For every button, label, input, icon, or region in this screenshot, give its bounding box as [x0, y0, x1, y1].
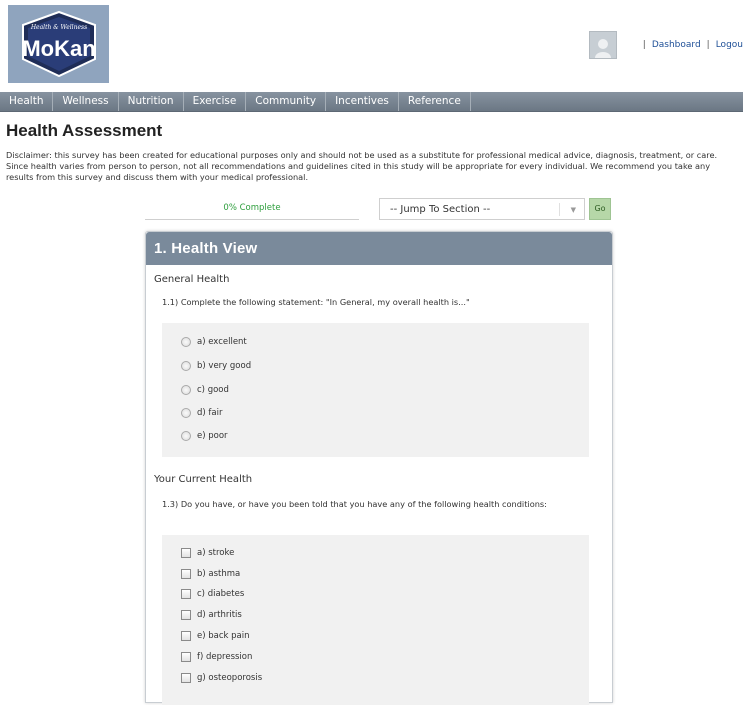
option-label: f) depression [197, 652, 253, 662]
option-label: a) stroke [197, 548, 235, 558]
select-divider [559, 203, 560, 216]
option-back-pain[interactable]: e) back pain [181, 629, 250, 643]
logout-link[interactable]: Logou [716, 40, 743, 50]
dashboard-link[interactable]: Dashboard [652, 40, 701, 50]
disclaimer-text: Disclaimer: this survey has been created… [6, 150, 718, 182]
avatar[interactable] [588, 31, 617, 59]
option-very-good[interactable]: b) very good [181, 359, 251, 373]
radio-button[interactable] [181, 408, 191, 418]
group-heading-general-health: General Health [154, 274, 230, 285]
radio-button[interactable] [181, 361, 191, 371]
option-depression[interactable]: f) depression [181, 650, 252, 664]
user-avatar-icon [594, 39, 611, 58]
link-separator: | [642, 40, 646, 50]
option-label: e) back pain [197, 631, 250, 641]
logo-tagline: Health & Wellness [29, 24, 86, 31]
option-fair[interactable]: d) fair [181, 406, 222, 420]
chevron-down-icon: ▼ [570, 206, 576, 214]
question-1-3: 1.3) Do you have, or have you been told … [162, 499, 547, 509]
progress-indicator: 0% Complete [145, 201, 359, 220]
radio-button[interactable] [181, 431, 191, 441]
option-label: a) excellent [197, 337, 247, 347]
section-panel: 1. Health View General Health 1.1) Compl… [145, 231, 613, 705]
link-separator: | [706, 40, 710, 50]
radio-options-group: a) excellent b) very good c) good d) fai… [162, 323, 589, 457]
option-label: d) arthritis [197, 610, 242, 620]
nav-item-reference[interactable]: Reference [399, 92, 471, 111]
option-excellent[interactable]: a) excellent [181, 335, 247, 349]
main-nav: Health Wellness Nutrition Exercise Commu… [0, 92, 743, 112]
option-label: g) osteoporosis [197, 673, 263, 683]
header-links: | Dashboard | Logou [588, 31, 743, 59]
go-button[interactable]: Go [589, 198, 611, 220]
option-stroke[interactable]: a) stroke [181, 546, 234, 560]
option-diabetes[interactable]: c) diabetes [181, 587, 244, 601]
nav-item-wellness[interactable]: Wellness [53, 92, 119, 111]
question-1-1: 1.1) Complete the following statement: "… [162, 297, 470, 307]
checkbox[interactable] [181, 548, 191, 558]
option-osteoporosis[interactable]: g) osteoporosis [181, 671, 262, 685]
radio-button[interactable] [181, 337, 191, 347]
checkbox[interactable] [181, 589, 191, 599]
jump-select-value: -- Jump To Section -- [390, 204, 491, 215]
radio-button[interactable] [181, 385, 191, 395]
section-title: 1. Health View [146, 232, 612, 265]
checkbox[interactable] [181, 652, 191, 662]
nav-item-nutrition[interactable]: Nutrition [119, 92, 184, 111]
group-heading-current-health: Your Current Health [154, 474, 253, 485]
checkbox-options-group: a) stroke b) asthma c) diabetes d) arthr… [162, 535, 589, 705]
checkbox[interactable] [181, 610, 191, 620]
site-logo[interactable]: Health & Wellness MoKan [8, 5, 109, 83]
checkbox[interactable] [181, 673, 191, 683]
checkbox[interactable] [181, 631, 191, 641]
option-label: e) poor [197, 431, 228, 441]
nav-item-health[interactable]: Health [0, 92, 54, 111]
option-label: b) very good [197, 361, 252, 371]
jump-to-section-select[interactable]: -- Jump To Section -- ▼ [379, 198, 585, 220]
option-label: d) fair [197, 408, 223, 418]
option-label: c) good [197, 385, 229, 395]
nav-item-exercise[interactable]: Exercise [184, 92, 247, 111]
page-title: Health Assessment [6, 121, 163, 140]
option-arthritis[interactable]: d) arthritis [181, 608, 242, 622]
option-label: c) diabetes [197, 589, 245, 599]
nav-item-community[interactable]: Community [246, 92, 327, 111]
logo-brand: MoKan [22, 36, 95, 61]
checkbox[interactable] [181, 569, 191, 579]
nav-item-incentives[interactable]: Incentives [326, 92, 399, 111]
option-good[interactable]: c) good [181, 383, 229, 397]
option-poor[interactable]: e) poor [181, 429, 228, 443]
option-asthma[interactable]: b) asthma [181, 567, 240, 581]
option-label: b) asthma [197, 569, 241, 579]
